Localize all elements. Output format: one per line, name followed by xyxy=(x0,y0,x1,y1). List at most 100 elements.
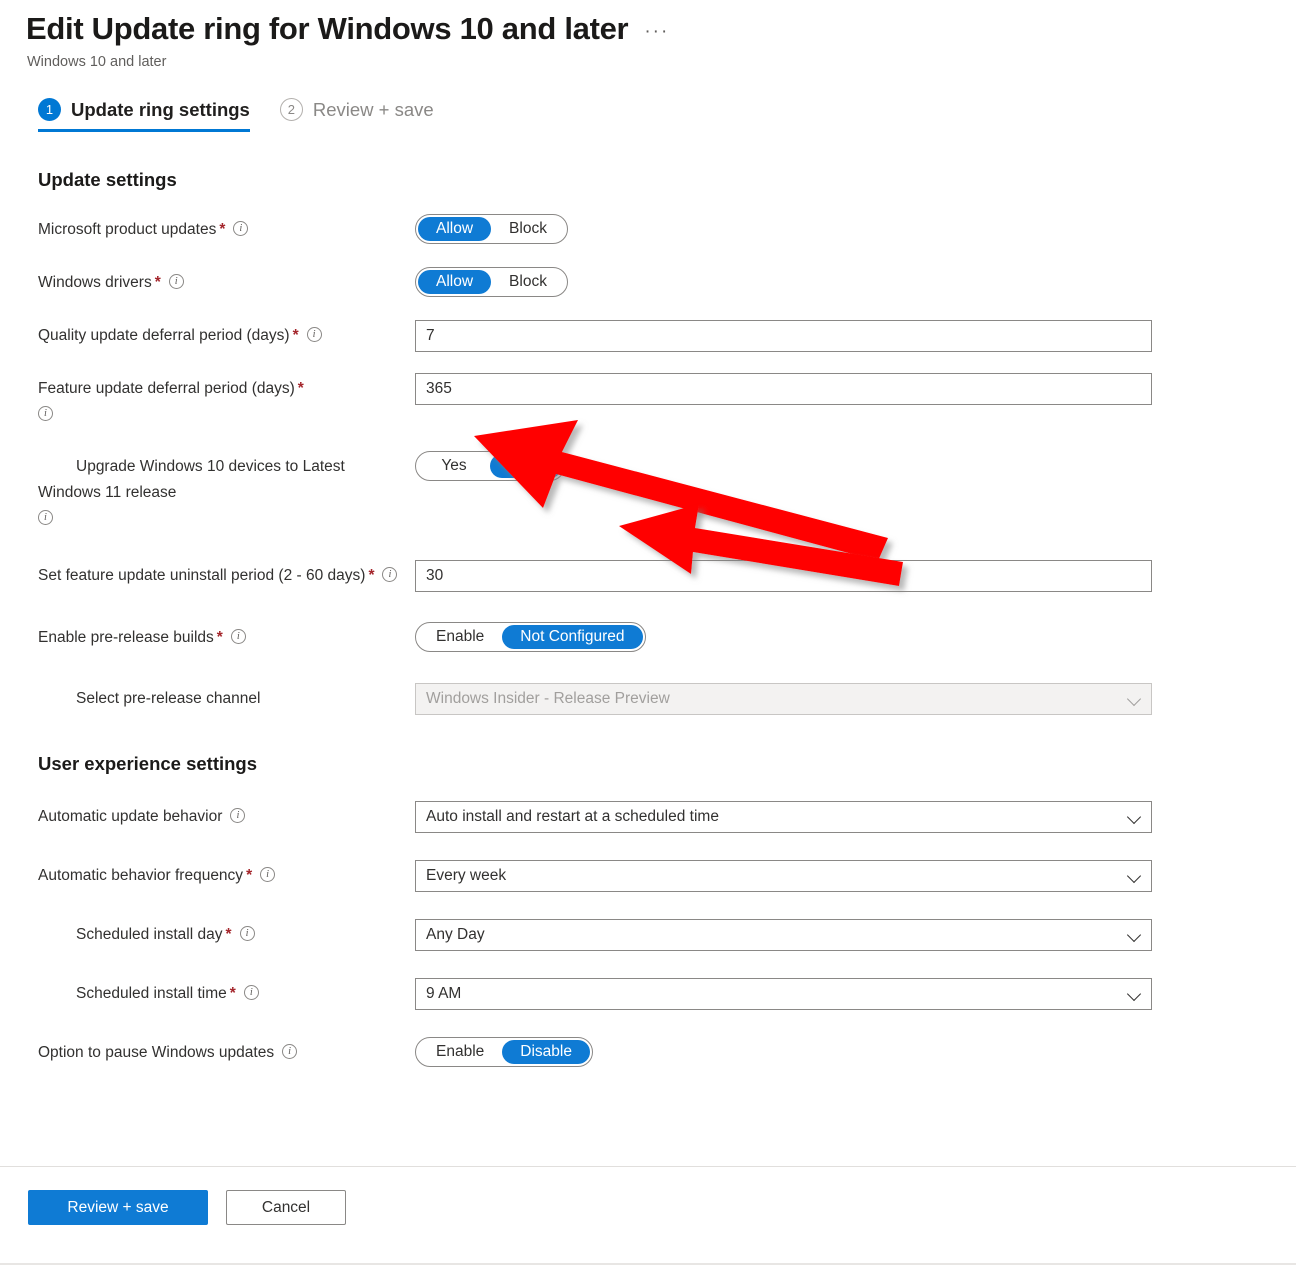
label-text: Windows drivers xyxy=(38,274,152,291)
label-quality-update-deferral: Quality update deferral period (days) * xyxy=(38,320,415,349)
control-upgrade-to-windows-11: Yes No xyxy=(415,451,1296,481)
tab-update-ring-settings[interactable]: 1 Update ring settings xyxy=(38,98,250,132)
label-text: Option to pause Windows updates xyxy=(38,1044,275,1061)
label-scheduled-install-time: Scheduled install time * xyxy=(38,978,415,1007)
info-icon[interactable] xyxy=(260,867,276,882)
label-scheduled-install-day: Scheduled install day * xyxy=(38,919,415,948)
info-icon[interactable] xyxy=(38,406,53,421)
row-automatic-behavior-frequency: Automatic behavior frequency* Every week xyxy=(38,860,1296,892)
toggle-windows-drivers[interactable]: Allow Block xyxy=(415,267,568,297)
chevron-down-icon xyxy=(1128,929,1141,942)
control-microsoft-product-updates: Allow Block xyxy=(415,214,1296,244)
toggle-upgrade-to-windows-11[interactable]: Yes No xyxy=(415,451,565,481)
toggle-option-enable[interactable]: Enable xyxy=(418,625,502,649)
required-asterisk: * xyxy=(225,926,232,943)
dropdown-automatic-behavior-frequency[interactable]: Every week xyxy=(415,860,1152,892)
toggle-option-not-configured[interactable]: Not Configured xyxy=(502,625,643,649)
label-text: Quality update deferral period (days) xyxy=(38,327,290,344)
chevron-down-icon xyxy=(1128,988,1141,1001)
more-options-icon[interactable]: ··· xyxy=(644,22,669,42)
label-text: Enable pre-release builds xyxy=(38,629,214,646)
label-automatic-behavior-frequency: Automatic behavior frequency * xyxy=(38,860,415,889)
label-text: Set feature update uninstall period (2 -… xyxy=(38,567,366,584)
input-quality-update-deferral[interactable] xyxy=(415,320,1152,352)
dropdown-prerelease-channel: Windows Insider - Release Preview xyxy=(415,683,1152,715)
label-text: Microsoft product updates xyxy=(38,221,217,238)
cancel-button[interactable]: Cancel xyxy=(226,1190,346,1225)
label-upgrade-to-windows-11: Upgrade Windows 10 devices to Latest Win… xyxy=(38,451,415,525)
wizard-tabs: 1 Update ring settings 2 Review + save xyxy=(38,98,1296,148)
label-text: Scheduled install time xyxy=(76,985,227,1002)
required-asterisk: * xyxy=(368,567,375,584)
toggle-option-allow[interactable]: Allow xyxy=(418,270,492,294)
input-feature-update-uninstall[interactable] xyxy=(415,560,1152,592)
toggle-option-no[interactable]: No xyxy=(490,454,562,478)
control-scheduled-install-day: Any Day xyxy=(415,919,1296,951)
control-prerelease-channel: Windows Insider - Release Preview xyxy=(415,683,1296,715)
control-enable-prerelease-builds: Enable Not Configured xyxy=(415,622,1296,652)
control-automatic-update-behavior: Auto install and restart at a scheduled … xyxy=(415,801,1296,833)
info-icon[interactable] xyxy=(168,274,184,289)
info-icon[interactable] xyxy=(230,808,246,823)
input-feature-update-deferral[interactable] xyxy=(415,373,1152,405)
label-text: Automatic update behavior xyxy=(38,808,223,825)
step-number-1: 1 xyxy=(38,98,61,121)
label-feature-update-deferral: Feature update deferral period (days) * xyxy=(38,373,415,421)
chevron-down-icon xyxy=(1128,693,1141,706)
label-text: Feature update deferral period (days) xyxy=(38,380,295,397)
required-asterisk: * xyxy=(154,274,161,291)
dropdown-automatic-update-behavior[interactable]: Auto install and restart at a scheduled … xyxy=(415,801,1152,833)
toggle-option-allow[interactable]: Allow xyxy=(418,217,492,241)
toggle-option-block[interactable]: Block xyxy=(491,270,565,294)
info-icon[interactable] xyxy=(38,510,53,525)
row-feature-update-deferral: Feature update deferral period (days) * xyxy=(38,373,1296,421)
dropdown-value: Any Day xyxy=(426,926,485,943)
toggle-pause-windows-updates[interactable]: Enable Disable xyxy=(415,1037,593,1067)
info-icon[interactable] xyxy=(306,327,322,342)
footer-divider xyxy=(0,1166,1296,1167)
control-windows-drivers: Allow Block xyxy=(415,267,1296,297)
row-quality-update-deferral: Quality update deferral period (days) * xyxy=(38,320,1296,352)
info-icon[interactable] xyxy=(239,926,255,941)
toggle-option-yes[interactable]: Yes xyxy=(418,454,490,478)
dropdown-scheduled-install-day[interactable]: Any Day xyxy=(415,919,1152,951)
dropdown-scheduled-install-time[interactable]: 9 AM xyxy=(415,978,1152,1010)
dropdown-value: Windows Insider - Release Preview xyxy=(426,690,670,707)
toggle-option-disable[interactable]: Disable xyxy=(502,1040,590,1064)
row-feature-update-uninstall: Set feature update uninstall period (2 -… xyxy=(38,560,1296,592)
page-title: Edit Update ring for Windows 10 and late… xyxy=(26,11,629,46)
tab-review-save[interactable]: 2 Review + save xyxy=(279,98,434,132)
required-asterisk: * xyxy=(297,380,304,397)
toggle-option-block[interactable]: Block xyxy=(491,217,565,241)
section-heading-update-settings: Update settings xyxy=(38,169,177,190)
label-text: Automatic behavior frequency xyxy=(38,867,244,884)
row-microsoft-product-updates: Microsoft product updates* Allow Block xyxy=(38,214,1296,246)
row-upgrade-to-windows-11: Upgrade Windows 10 devices to Latest Win… xyxy=(38,451,1296,525)
step-number-2: 2 xyxy=(279,98,303,121)
label-enable-prerelease-builds: Enable pre-release builds * xyxy=(38,622,415,651)
info-icon[interactable] xyxy=(243,985,259,1000)
control-feature-update-deferral xyxy=(415,373,1296,405)
toggle-enable-prerelease-builds[interactable]: Enable Not Configured xyxy=(415,622,646,652)
row-automatic-update-behavior: Automatic update behavior Auto install a… xyxy=(38,801,1296,833)
control-quality-update-deferral xyxy=(415,320,1296,352)
info-icon[interactable] xyxy=(282,1044,298,1059)
required-asterisk: * xyxy=(246,867,253,884)
info-icon[interactable] xyxy=(230,629,246,644)
label-microsoft-product-updates: Microsoft product updates * xyxy=(38,214,415,243)
toggle-option-enable[interactable]: Enable xyxy=(418,1040,502,1064)
review-save-button[interactable]: Review + save xyxy=(28,1190,208,1225)
row-prerelease-channel: Select pre-release channel Windows Insid… xyxy=(38,683,1296,715)
dropdown-value: Auto install and restart at a scheduled … xyxy=(426,808,719,825)
edit-update-ring-page: Edit Update ring for Windows 10 and late… xyxy=(0,0,1296,1265)
label-text: Scheduled install day xyxy=(76,926,223,943)
page-header: Edit Update ring for Windows 10 and late… xyxy=(0,0,1296,72)
toggle-microsoft-product-updates[interactable]: Allow Block xyxy=(415,214,568,244)
label-text: Select pre-release channel xyxy=(76,690,261,707)
label-pause-windows-updates: Option to pause Windows updates xyxy=(38,1037,415,1066)
control-automatic-behavior-frequency: Every week xyxy=(415,860,1296,892)
info-icon[interactable] xyxy=(382,567,398,582)
tab-label-update-ring-settings: Update ring settings xyxy=(71,98,250,120)
tab-label-review-save: Review + save xyxy=(312,98,434,120)
info-icon[interactable] xyxy=(233,221,249,236)
